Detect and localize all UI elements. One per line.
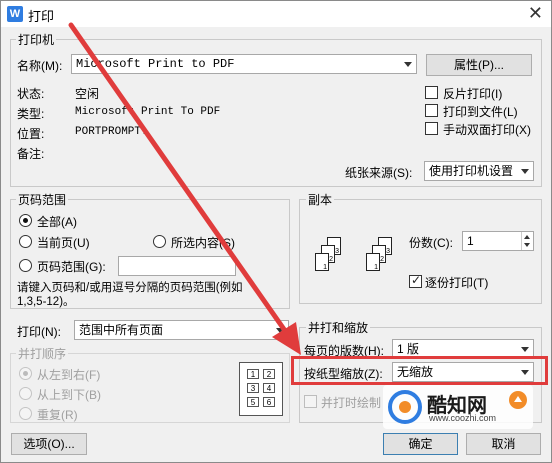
annotation-arrow — [68, 22, 301, 355]
print-dialog: W 打印 ✕ 打印机 名称(M): Microsoft Print to PDF… — [0, 0, 552, 463]
